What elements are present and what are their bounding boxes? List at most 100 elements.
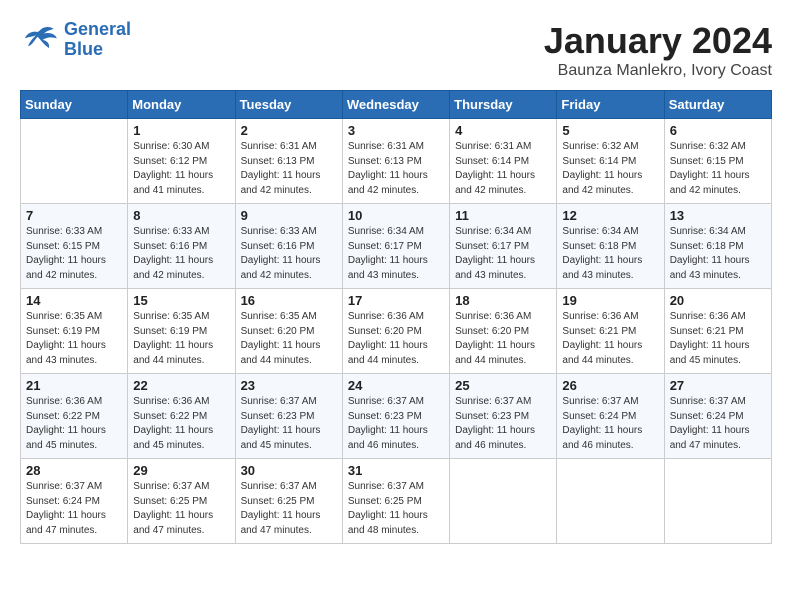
day-info: Sunrise: 6:31 AMSunset: 6:14 PMDaylight:…: [455, 140, 551, 198]
table-row: 10Sunrise: 6:34 AMSunset: 6:17 PMDayligh…: [342, 204, 449, 289]
logo-icon: [20, 24, 60, 56]
day-number: 29: [133, 463, 229, 478]
day-number: 23: [241, 378, 337, 393]
day-info: Sunrise: 6:37 AMSunset: 6:25 PMDaylight:…: [348, 480, 444, 538]
day-info: Sunrise: 6:31 AMSunset: 6:13 PMDaylight:…: [241, 140, 337, 198]
day-number: 19: [562, 293, 658, 308]
logo: General Blue: [20, 20, 131, 60]
day-info: Sunrise: 6:34 AMSunset: 6:18 PMDaylight:…: [562, 225, 658, 283]
day-number: 30: [241, 463, 337, 478]
day-info: Sunrise: 6:37 AMSunset: 6:24 PMDaylight:…: [26, 480, 122, 538]
logo-text: General Blue: [64, 20, 131, 60]
table-row: 13 Sunrise: 6:34 AMSunset: 6:18 PMDayligh…: [664, 204, 771, 289]
table-row: [557, 459, 664, 544]
table-row: 18Sunrise: 6:36 AMSunset: 6:20 PMDayligh…: [450, 289, 557, 374]
table-row: 28 Sunrise: 6:37 AMSunset: 6:24 PMDayligh…: [21, 459, 128, 544]
day-number: 9: [241, 208, 337, 223]
table-row: 6Sunrise: 6:32 AMSunset: 6:15 PMDaylight…: [664, 119, 771, 204]
day-number: 17: [348, 293, 444, 308]
day-number: 13: [670, 208, 766, 223]
day-info: Sunrise: 6:36 AMSunset: 6:21 PMDaylight:…: [670, 310, 766, 368]
day-number: 1: [133, 123, 229, 138]
table-row: 8Sunrise: 6:33 AMSunset: 6:16 PMDaylight…: [128, 204, 235, 289]
page-header: General Blue January 2024 Baunza Manlekr…: [20, 20, 772, 80]
day-number: 27: [670, 378, 766, 393]
day-number: 3: [348, 123, 444, 138]
location-title: Baunza Manlekro, Ivory Coast: [544, 62, 772, 80]
day-info: Sunrise: 6:33 AMSunset: 6:15 PMDaylight:…: [26, 225, 122, 283]
table-row: 24Sunrise: 6:37 AMSunset: 6:23 PMDayligh…: [342, 374, 449, 459]
table-row: 21 Sunrise: 6:36 AMSunset: 6:22 PMDayligh…: [21, 374, 128, 459]
day-number: 4: [455, 123, 551, 138]
table-row: 11 Sunrise: 6:34 AMSunset: 6:17 PMDayligh…: [450, 204, 557, 289]
table-row: 12 Sunrise: 6:34 AMSunset: 6:18 PMDayligh…: [557, 204, 664, 289]
day-number: 25: [455, 378, 551, 393]
day-number: 8: [133, 208, 229, 223]
day-number: 12: [562, 208, 658, 223]
day-number: 26: [562, 378, 658, 393]
day-info: Sunrise: 6:36 AMSunset: 6:21 PMDaylight:…: [562, 310, 658, 368]
day-info: Sunrise: 6:32 AMSunset: 6:14 PMDaylight:…: [562, 140, 658, 198]
day-number: 18: [455, 293, 551, 308]
table-row: 5 Sunrise: 6:32 AMSunset: 6:14 PMDaylight…: [557, 119, 664, 204]
day-number: 16: [241, 293, 337, 308]
calendar-week-row: 21 Sunrise: 6:36 AMSunset: 6:22 PMDayligh…: [21, 374, 772, 459]
col-thursday: Thursday: [450, 91, 557, 119]
col-saturday: Saturday: [664, 91, 771, 119]
table-row: 29 Sunrise: 6:37 AMSunset: 6:25 PMDayligh…: [128, 459, 235, 544]
calendar-table: Sunday Monday Tuesday Wednesday Thursday…: [20, 90, 772, 544]
calendar-week-row: 7 Sunrise: 6:33 AMSunset: 6:15 PMDaylight…: [21, 204, 772, 289]
table-row: 19 Sunrise: 6:36 AMSunset: 6:21 PMDayligh…: [557, 289, 664, 374]
day-number: 11: [455, 208, 551, 223]
table-row: 27 Sunrise: 6:37 AMSunset: 6:24 PMDayligh…: [664, 374, 771, 459]
day-number: 6: [670, 123, 766, 138]
table-row: 30 Sunrise: 6:37 AMSunset: 6:25 PMDayligh…: [235, 459, 342, 544]
day-info: Sunrise: 6:34 AMSunset: 6:17 PMDaylight:…: [455, 225, 551, 283]
day-number: 24: [348, 378, 444, 393]
day-info: Sunrise: 6:37 AMSunset: 6:25 PMDaylight:…: [241, 480, 337, 538]
day-number: 22: [133, 378, 229, 393]
day-number: 20: [670, 293, 766, 308]
day-number: 15: [133, 293, 229, 308]
table-row: 3 Sunrise: 6:31 AMSunset: 6:13 PMDaylight…: [342, 119, 449, 204]
day-info: Sunrise: 6:37 AMSunset: 6:24 PMDaylight:…: [562, 395, 658, 453]
day-info: Sunrise: 6:35 AMSunset: 6:19 PMDaylight:…: [133, 310, 229, 368]
calendar-week-row: 14Sunrise: 6:35 AMSunset: 6:19 PMDayligh…: [21, 289, 772, 374]
table-row: 4 Sunrise: 6:31 AMSunset: 6:14 PMDaylight…: [450, 119, 557, 204]
calendar-week-row: 28 Sunrise: 6:37 AMSunset: 6:24 PMDayligh…: [21, 459, 772, 544]
day-number: 5: [562, 123, 658, 138]
table-row: 2 Sunrise: 6:31 AMSunset: 6:13 PMDaylight…: [235, 119, 342, 204]
title-section: January 2024 Baunza Manlekro, Ivory Coas…: [544, 20, 772, 80]
table-row: [21, 119, 128, 204]
table-row: 9Sunrise: 6:33 AMSunset: 6:16 PMDaylight…: [235, 204, 342, 289]
day-info: Sunrise: 6:37 AMSunset: 6:23 PMDaylight:…: [455, 395, 551, 453]
table-row: 26 Sunrise: 6:37 AMSunset: 6:24 PMDayligh…: [557, 374, 664, 459]
table-row: 20 Sunrise: 6:36 AMSunset: 6:21 PMDayligh…: [664, 289, 771, 374]
day-info: Sunrise: 6:35 AMSunset: 6:20 PMDaylight:…: [241, 310, 337, 368]
col-friday: Friday: [557, 91, 664, 119]
day-number: 7: [26, 208, 122, 223]
table-row: 25 Sunrise: 6:37 AMSunset: 6:23 PMDayligh…: [450, 374, 557, 459]
table-row: 16 Sunrise: 6:35 AMSunset: 6:20 PMDayligh…: [235, 289, 342, 374]
table-row: 31Sunrise: 6:37 AMSunset: 6:25 PMDayligh…: [342, 459, 449, 544]
col-monday: Monday: [128, 91, 235, 119]
col-sunday: Sunday: [21, 91, 128, 119]
day-info: Sunrise: 6:36 AMSunset: 6:20 PMDaylight:…: [348, 310, 444, 368]
table-row: [664, 459, 771, 544]
day-info: Sunrise: 6:37 AMSunset: 6:25 PMDaylight:…: [133, 480, 229, 538]
table-row: 22 Sunrise: 6:36 AMSunset: 6:22 PMDayligh…: [128, 374, 235, 459]
table-row: 7 Sunrise: 6:33 AMSunset: 6:15 PMDaylight…: [21, 204, 128, 289]
day-info: Sunrise: 6:31 AMSunset: 6:13 PMDaylight:…: [348, 140, 444, 198]
day-info: Sunrise: 6:36 AMSunset: 6:22 PMDaylight:…: [26, 395, 122, 453]
day-info: Sunrise: 6:36 AMSunset: 6:22 PMDaylight:…: [133, 395, 229, 453]
table-row: 14Sunrise: 6:35 AMSunset: 6:19 PMDayligh…: [21, 289, 128, 374]
table-row: 1Sunrise: 6:30 AMSunset: 6:12 PMDaylight…: [128, 119, 235, 204]
day-number: 2: [241, 123, 337, 138]
day-number: 28: [26, 463, 122, 478]
calendar-week-row: 1Sunrise: 6:30 AMSunset: 6:12 PMDaylight…: [21, 119, 772, 204]
table-row: [450, 459, 557, 544]
day-info: Sunrise: 6:34 AMSunset: 6:18 PMDaylight:…: [670, 225, 766, 283]
day-number: 21: [26, 378, 122, 393]
day-info: Sunrise: 6:37 AMSunset: 6:24 PMDaylight:…: [670, 395, 766, 453]
col-tuesday: Tuesday: [235, 91, 342, 119]
